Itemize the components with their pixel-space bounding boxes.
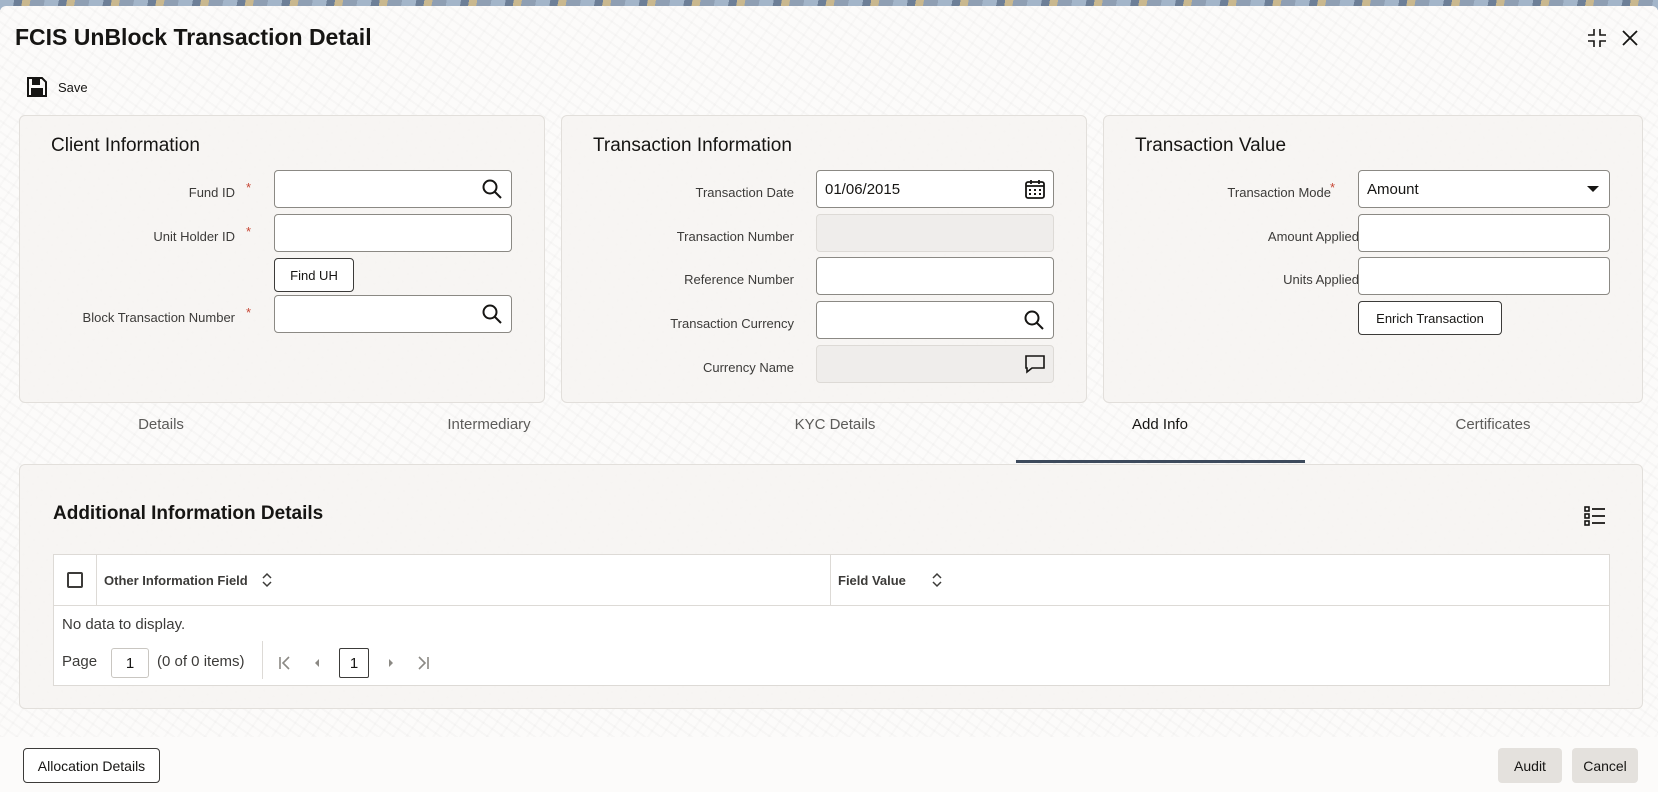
enrich-transaction-button[interactable]: Enrich Transaction [1358, 301, 1502, 335]
tab-kyc-details[interactable]: KYC Details [765, 416, 905, 446]
tab-intermediary[interactable]: Intermediary [415, 416, 563, 446]
previous-page-icon[interactable] [308, 654, 326, 672]
currency-search-icon[interactable] [1023, 309, 1045, 331]
pager-divider [262, 641, 263, 679]
empty-table-message: No data to display. [62, 616, 186, 633]
save-label: Save [58, 79, 88, 95]
currency-name-input [816, 345, 1054, 383]
fund-id-input[interactable] [274, 170, 512, 208]
block-transaction-number-input[interactable] [274, 295, 512, 333]
items-count: (0 of 0 items) [157, 653, 245, 670]
transaction-currency-input[interactable] [816, 301, 1054, 339]
transaction-date-input[interactable] [816, 170, 1054, 208]
unit-holder-id-required: * [246, 224, 252, 239]
comment-icon[interactable] [1024, 353, 1046, 375]
additional-information-title: Additional Information Details [53, 503, 324, 524]
page-number-input[interactable]: 1 [111, 648, 149, 678]
currency-name-label: Currency Name [702, 360, 794, 375]
last-page-icon[interactable] [414, 654, 432, 672]
table-header: Other Information Field Field Value [54, 555, 1609, 606]
allocation-details-button[interactable]: Allocation Details [23, 748, 160, 783]
close-icon[interactable] [1618, 26, 1642, 50]
transaction-number-label: Transaction Number [676, 229, 794, 244]
reference-number-label: Reference Number [684, 272, 794, 287]
block-transaction-number-required: * [246, 305, 252, 320]
transaction-value-title: Transaction Value [1135, 135, 1287, 156]
window-title: FCIS UnBlock Transaction Detail [15, 24, 372, 50]
select-all-checkbox[interactable] [67, 572, 83, 588]
fund-id-label: Fund ID [188, 185, 235, 200]
column-divider [96, 555, 97, 606]
transaction-currency-label: Transaction Currency [670, 316, 794, 331]
transaction-mode-value: Amount [1367, 181, 1419, 198]
transaction-information-panel: Transaction Information Transaction Date… [561, 115, 1087, 403]
maximize-icon[interactable] [1585, 26, 1609, 50]
amount-applied-input[interactable] [1358, 214, 1610, 252]
column-header-field-value[interactable]: Field Value [838, 573, 906, 588]
unit-holder-id-label: Unit Holder ID [153, 229, 235, 244]
list-view-icon[interactable] [1583, 504, 1607, 528]
units-applied-input[interactable] [1358, 257, 1610, 295]
tab-certificates[interactable]: Certificates [1420, 416, 1566, 446]
transaction-mode-label: Transaction Mode [1227, 185, 1331, 200]
save-icon [27, 77, 47, 97]
amount-applied-label: Amount Applied [1267, 229, 1359, 244]
next-page-icon[interactable] [382, 654, 400, 672]
block-transaction-number-label: Block Transaction Number [82, 310, 235, 325]
additional-information-table: Other Information Field Field Value No d… [53, 554, 1610, 686]
find-uh-button[interactable]: Find UH [274, 258, 354, 292]
tab-details[interactable]: Details [100, 416, 222, 446]
additional-information-section: Additional Information Details Other Inf… [19, 464, 1643, 709]
save-button[interactable]: Save [26, 76, 88, 98]
current-page-button[interactable]: 1 [339, 648, 369, 678]
client-information-title: Client Information [51, 135, 200, 156]
transaction-value-panel: Transaction Value Transaction Mode * Amo… [1103, 115, 1643, 403]
first-page-icon[interactable] [276, 654, 294, 672]
column-divider [830, 555, 831, 606]
transaction-window: FCIS UnBlock Transaction Detail Save Cli… [0, 6, 1658, 792]
unit-holder-id-input[interactable] [274, 214, 512, 252]
fund-id-search-icon[interactable] [481, 178, 503, 200]
audit-button[interactable]: Audit [1498, 748, 1562, 783]
reference-number-input[interactable] [816, 257, 1054, 295]
calendar-icon[interactable] [1024, 178, 1046, 200]
fund-id-required: * [246, 180, 252, 195]
cancel-button[interactable]: Cancel [1572, 748, 1638, 783]
transaction-mode-select[interactable]: Amount [1358, 170, 1610, 208]
footer-bar: Allocation Details Audit Cancel [0, 737, 1658, 792]
client-information-panel: Client Information Fund ID * Unit Holder… [19, 115, 545, 403]
units-applied-label: Units Applied [1283, 272, 1359, 287]
column-header-other-information-field[interactable]: Other Information Field [104, 573, 248, 588]
transaction-date-label: Transaction Date [695, 185, 794, 200]
transaction-number-input [816, 214, 1054, 252]
page-label: Page [62, 653, 98, 670]
sort-icon[interactable] [260, 572, 274, 588]
chevron-down-icon[interactable] [1582, 178, 1604, 200]
sort-icon[interactable] [930, 572, 944, 588]
active-tab-indicator [1016, 460, 1305, 463]
transaction-mode-required: * [1330, 180, 1336, 195]
block-transaction-search-icon[interactable] [481, 303, 503, 325]
tab-add-info[interactable]: Add Info [1090, 416, 1230, 446]
transaction-information-title: Transaction Information [593, 135, 792, 156]
